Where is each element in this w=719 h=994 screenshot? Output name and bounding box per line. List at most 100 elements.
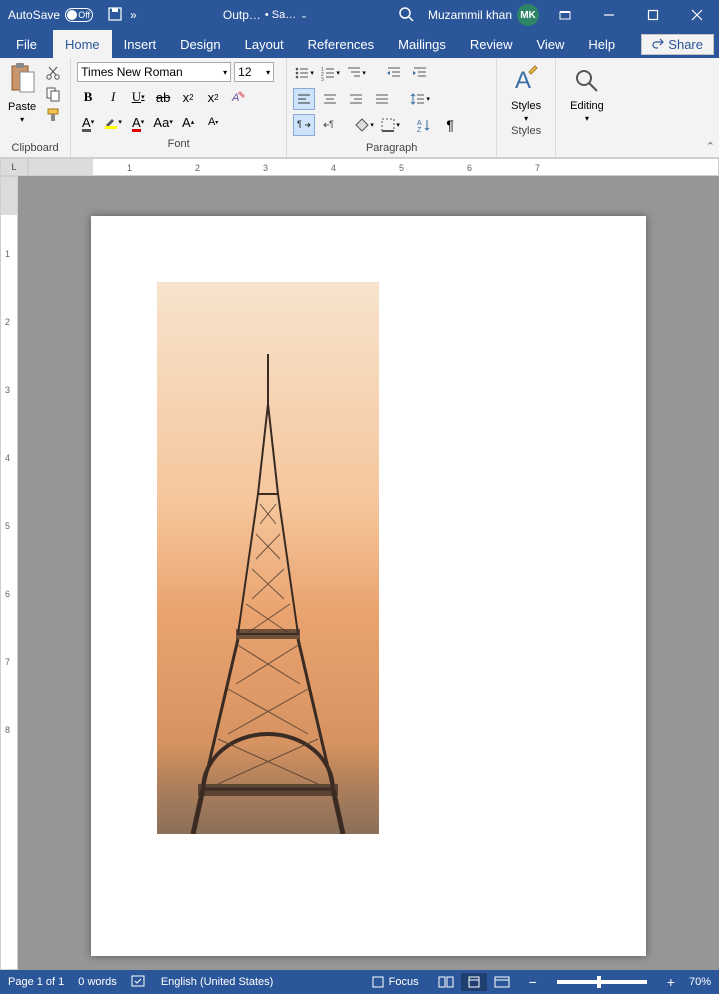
tab-selector[interactable]: L: [0, 158, 28, 176]
close-button[interactable]: [675, 0, 719, 30]
italic-button[interactable]: I: [102, 86, 124, 108]
borders-button[interactable]: ▾: [379, 114, 401, 136]
underline-button[interactable]: U▾: [127, 86, 149, 108]
tab-references[interactable]: References: [296, 30, 386, 58]
strikethrough-button[interactable]: ab: [152, 86, 174, 108]
font-color-a-button[interactable]: A▾: [77, 111, 99, 133]
eiffel-tower-image: [178, 344, 358, 834]
paste-icon[interactable]: [8, 62, 36, 99]
document-area[interactable]: [18, 176, 719, 970]
grow-font-button[interactable]: A▴: [177, 111, 199, 133]
tab-mailings[interactable]: Mailings: [386, 30, 458, 58]
svg-text:A: A: [231, 92, 239, 104]
subscript-button[interactable]: x2: [177, 86, 199, 108]
cut-icon[interactable]: [44, 64, 62, 82]
ribbon-tabs: File Home Insert Design Layout Reference…: [0, 30, 719, 58]
increase-indent-button[interactable]: [409, 62, 431, 84]
bold-button[interactable]: B: [77, 86, 99, 108]
document-page[interactable]: [91, 216, 646, 956]
rtl-direction-button[interactable]: ¶: [319, 114, 341, 136]
font-size-select[interactable]: 12▾: [234, 62, 274, 82]
autosave-toggle[interactable]: AutoSave Off: [0, 8, 101, 22]
language-indicator[interactable]: English (United States): [161, 976, 274, 988]
show-marks-button[interactable]: ¶: [439, 114, 461, 136]
tab-help[interactable]: Help: [576, 30, 627, 58]
group-font: Times New Roman▾ 12▾ B I U▾ ab x2 x2 A A…: [71, 58, 287, 157]
word-count[interactable]: 0 words: [78, 976, 117, 988]
tab-review[interactable]: Review: [458, 30, 525, 58]
read-mode-button[interactable]: [433, 973, 459, 991]
font-name-select[interactable]: Times New Roman▾: [77, 62, 231, 82]
group-label-paragraph: Paragraph: [293, 140, 490, 157]
collapse-ribbon-icon[interactable]: ⌃: [706, 140, 715, 153]
ruler-row: L 1234567: [0, 158, 719, 176]
share-button[interactable]: Share: [641, 34, 714, 55]
tab-layout[interactable]: Layout: [233, 30, 296, 58]
workspace: 12345678: [0, 176, 719, 970]
editing-button[interactable]: Editing ▾: [562, 62, 612, 123]
multilevel-list-button[interactable]: ▾: [345, 62, 367, 84]
user-account[interactable]: Muzammil khan MK: [424, 4, 543, 26]
inserted-image[interactable]: [157, 282, 379, 834]
document-title[interactable]: Outp… • Sa… ⌄: [143, 8, 388, 22]
spellcheck-icon[interactable]: [131, 974, 147, 991]
zoom-out-button[interactable]: −: [529, 974, 537, 990]
ribbon-display-options[interactable]: [543, 0, 587, 30]
autosave-label: AutoSave: [8, 8, 60, 22]
maximize-button[interactable]: [631, 0, 675, 30]
zoom-slider[interactable]: [557, 980, 647, 984]
page-indicator[interactable]: Page 1 of 1: [8, 976, 64, 988]
shrink-font-button[interactable]: A▾: [202, 111, 224, 133]
group-paragraph: ▾ 123▾ ▾ ▾ ¶ ¶ ▾ ▾ AZ ¶ Paragraph: [287, 58, 497, 157]
shading-button[interactable]: ▾: [353, 114, 375, 136]
font-color-button[interactable]: A▾: [127, 111, 149, 133]
sort-button[interactable]: AZ: [413, 114, 435, 136]
group-editing: Editing ▾: [556, 58, 618, 157]
align-left-button[interactable]: [293, 88, 315, 110]
svg-text:Z: Z: [417, 127, 422, 133]
web-layout-button[interactable]: [489, 973, 515, 991]
svg-text:A: A: [515, 67, 531, 94]
align-right-button[interactable]: [345, 88, 367, 110]
decrease-indent-button[interactable]: [383, 62, 405, 84]
bullets-button[interactable]: ▾: [293, 62, 315, 84]
tab-insert[interactable]: Insert: [112, 30, 169, 58]
group-label-clipboard: Clipboard: [6, 140, 64, 157]
zoom-level[interactable]: 70%: [689, 976, 711, 988]
chevron-down-icon[interactable]: ▾: [585, 114, 589, 123]
clear-formatting-button[interactable]: A: [227, 86, 249, 108]
tab-file[interactable]: File: [0, 30, 53, 58]
chevron-down-icon[interactable]: ▾: [266, 68, 270, 77]
superscript-button[interactable]: x2: [202, 86, 224, 108]
ltr-direction-button[interactable]: ¶: [293, 114, 315, 136]
chevron-down-icon[interactable]: ▾: [524, 114, 528, 123]
minimize-button[interactable]: [587, 0, 631, 30]
focus-mode-button[interactable]: Focus: [371, 975, 419, 989]
zoom-in-button[interactable]: +: [667, 974, 675, 990]
highlight-button[interactable]: ▾: [102, 111, 124, 133]
horizontal-ruler[interactable]: 1234567: [28, 158, 719, 176]
chevron-down-icon[interactable]: ▾: [223, 68, 227, 77]
justify-button[interactable]: [371, 88, 393, 110]
more-commands-icon[interactable]: »: [130, 8, 137, 22]
svg-text:¶: ¶: [329, 119, 334, 129]
chevron-down-icon[interactable]: ⌄: [300, 10, 308, 21]
tab-home[interactable]: Home: [53, 30, 112, 58]
line-spacing-button[interactable]: ▾: [409, 88, 431, 110]
search-icon[interactable]: [388, 6, 424, 25]
numbering-button[interactable]: 123▾: [319, 62, 341, 84]
change-case-button[interactable]: Aa▾: [152, 111, 174, 133]
format-painter-icon[interactable]: [44, 106, 62, 124]
align-center-button[interactable]: [319, 88, 341, 110]
save-icon[interactable]: [107, 6, 123, 25]
toggle-switch[interactable]: Off: [65, 8, 93, 22]
chevron-down-icon[interactable]: ▾: [20, 115, 24, 124]
group-clipboard: Paste ▾ Clipboard: [0, 58, 71, 157]
tab-design[interactable]: Design: [168, 30, 232, 58]
tab-view[interactable]: View: [524, 30, 576, 58]
styles-button[interactable]: A Styles ▾: [503, 62, 549, 123]
copy-icon[interactable]: [44, 85, 62, 103]
svg-text:3: 3: [321, 77, 324, 81]
print-layout-button[interactable]: [461, 973, 487, 991]
vertical-ruler[interactable]: 12345678: [0, 176, 18, 970]
